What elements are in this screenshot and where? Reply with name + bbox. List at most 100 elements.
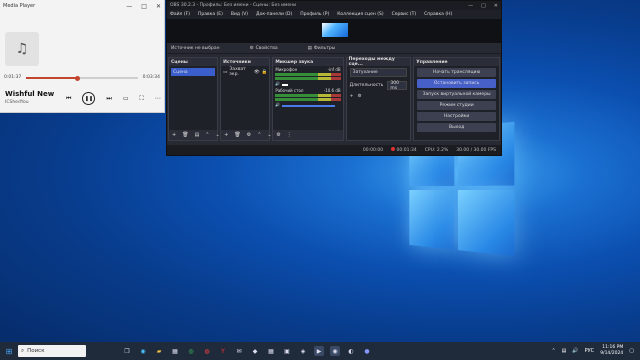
menu-file[interactable]: Файл (F) (170, 12, 190, 17)
edge-icon[interactable]: ◉ (138, 346, 148, 356)
more-icon[interactable]: ⋯ (155, 95, 161, 102)
obs-icon[interactable]: ◉ (330, 346, 340, 356)
menu-profile[interactable]: Профиль (P) (300, 12, 329, 17)
duration-input[interactable]: 300 ms (387, 81, 408, 91)
whatsapp-icon[interactable]: ◎ (186, 346, 196, 356)
studio-mode-button[interactable]: Режим студии (417, 101, 496, 110)
filter-icon[interactable]: ▤ (195, 132, 200, 138)
down-icon[interactable]: ⌄ (216, 132, 220, 138)
discord-icon[interactable]: ● (362, 346, 372, 356)
song-title: Wishful New (5, 90, 55, 98)
exit-button[interactable]: Выход (417, 123, 496, 132)
gear-icon[interactable]: ⚙ (357, 94, 361, 99)
start-virtual-camera-button[interactable]: Запуск виртуальной камеры (417, 90, 496, 99)
audio-meter (275, 77, 341, 80)
network-icon[interactable]: ▤ (562, 348, 567, 354)
filters-button[interactable]: ▤ Фильтры (308, 46, 336, 51)
steam-icon[interactable]: ◐ (346, 346, 356, 356)
next-icon[interactable]: ⏭ (106, 95, 111, 103)
sources-dock: Источники ▭ Захват экр. 👁 🔒 + 🗑 ⚙ ⌃ ⌄ (220, 57, 272, 141)
menu-scene-collection[interactable]: Коллекция сцен (S) (337, 12, 383, 17)
media-player-icon[interactable]: ▶ (314, 346, 324, 356)
chrome-icon[interactable]: ◍ (202, 346, 212, 356)
previous-icon[interactable]: ⏮ (66, 95, 71, 103)
settings-button[interactable]: Настройки (417, 112, 496, 121)
menu-help[interactable]: Справка (H) (424, 12, 452, 17)
down-icon[interactable]: ⌄ (267, 132, 271, 138)
gear-icon[interactable]: ⚙ (276, 132, 280, 138)
more-icon[interactable]: ⋮ (287, 132, 292, 138)
add-icon[interactable]: + (224, 132, 228, 138)
start-streaming-button[interactable]: Начать трансляцию (417, 68, 496, 77)
scene-item[interactable]: Сцена (171, 68, 216, 76)
obs-menubar: Файл (F) Правка (E) Вид (V) Док-панели (… (167, 10, 501, 19)
stream-time: 00:00:00 (362, 147, 384, 153)
volume-icon[interactable]: 🔊 (572, 348, 578, 354)
seek-knob[interactable] (75, 75, 81, 81)
gear-icon[interactable]: ⚙ (247, 132, 251, 138)
obs-preview[interactable] (167, 19, 501, 43)
minimize-icon[interactable]: — (126, 3, 132, 10)
calculator-icon[interactable]: ▦ (266, 346, 276, 356)
speaker-icon[interactable]: 🔊 (275, 81, 280, 86)
add-icon[interactable]: + (172, 132, 176, 138)
notifications-icon[interactable]: ▢ (629, 348, 634, 354)
volume-slider[interactable] (282, 84, 289, 86)
store-icon[interactable]: ▦ (170, 346, 180, 356)
album-art-music-icon: ♫ (5, 32, 39, 66)
obs-statusbar: 00:00:00 00:01:34 CPU: 2.2% 30.00 / 30.0… (167, 145, 501, 155)
up-icon[interactable]: ⌃ (205, 132, 209, 138)
obs-titlebar[interactable]: OBS 30.2.3 - Профиль: Без имени - Сцены:… (167, 1, 501, 10)
media-player-window[interactable]: Media Player — □ ✕ ♫ 0:01:37 0:03:34 Wis… (0, 0, 165, 113)
eye-icon[interactable]: 👁 (254, 70, 260, 75)
clock[interactable]: 11:16 PM 9/14/2024 (600, 345, 623, 357)
monitor-icon: ▭ (223, 69, 228, 75)
chevron-up-icon[interactable]: ⌃ (551, 348, 555, 354)
photos-icon[interactable]: ▣ (282, 346, 292, 356)
taskbar-search[interactable]: ⌕ Поиск (18, 345, 86, 357)
pause-button[interactable]: ❚❚ (82, 92, 96, 105)
miniplayer-icon[interactable]: ▭ (123, 95, 129, 102)
gear-icon: ⚙ (249, 45, 254, 51)
lock-icon[interactable]: 🔒 (262, 70, 268, 75)
seek-track[interactable] (26, 75, 138, 81)
up-icon[interactable]: ⌃ (257, 132, 261, 138)
language-indicator[interactable]: РУС (585, 348, 595, 354)
cpu-usage: CPU: 2.2% (424, 147, 449, 153)
speaker-icon[interactable]: 🔊 (275, 102, 280, 107)
fps-readout: 30.00 / 30.00 FPS (456, 147, 496, 153)
mixer-dock-title: Микшер звука (273, 58, 343, 66)
obs-window[interactable]: OBS 30.2.3 - Профиль: Без имени - Сцены:… (166, 0, 502, 156)
menu-docks[interactable]: Док-панели (D) (256, 12, 292, 17)
close-icon[interactable]: ✕ (156, 3, 161, 10)
close-icon[interactable]: ✕ (494, 3, 498, 9)
menu-edit[interactable]: Правка (E) (198, 12, 223, 17)
fullscreen-icon[interactable]: ⛶ (139, 95, 143, 103)
mail-icon[interactable]: ✉ (234, 346, 244, 356)
audio-meter (275, 73, 341, 76)
transition-select[interactable]: Затухание (349, 68, 408, 77)
source-item-label: Захват экр. (229, 67, 246, 77)
app-icon[interactable]: ◈ (298, 346, 308, 356)
menu-view[interactable]: Вид (V) (231, 12, 248, 17)
maximize-icon[interactable]: □ (481, 3, 486, 9)
trash-icon[interactable]: 🗑 (182, 132, 188, 138)
stop-recording-button[interactable]: Остановить запись (417, 79, 496, 88)
properties-button[interactable]: ⚙ Свойства (250, 46, 278, 51)
menu-tools[interactable]: Сервис (T) (392, 12, 417, 17)
minimize-icon[interactable]: — (468, 3, 473, 9)
file-explorer-icon[interactable]: ▰ (154, 346, 164, 356)
yandex-icon[interactable]: Y (218, 346, 228, 356)
trash-icon[interactable]: 🗑 (234, 132, 240, 138)
roblox-icon[interactable]: ◆ (250, 346, 260, 356)
add-icon[interactable]: + (350, 94, 354, 99)
media-player-titlebar[interactable]: Media Player — □ ✕ (0, 0, 164, 12)
task-view-icon[interactable]: ❐ (122, 346, 132, 356)
audio-meter (275, 94, 341, 97)
maximize-icon[interactable]: □ (141, 3, 147, 10)
no-source-label: Источник не выбран (171, 45, 220, 51)
source-item[interactable]: ▭ Захват экр. 👁 🔒 (223, 67, 268, 77)
volume-slider[interactable] (282, 105, 335, 107)
artist-name: ICShedYou (5, 100, 29, 105)
start-button[interactable]: ⊞ (0, 347, 18, 356)
